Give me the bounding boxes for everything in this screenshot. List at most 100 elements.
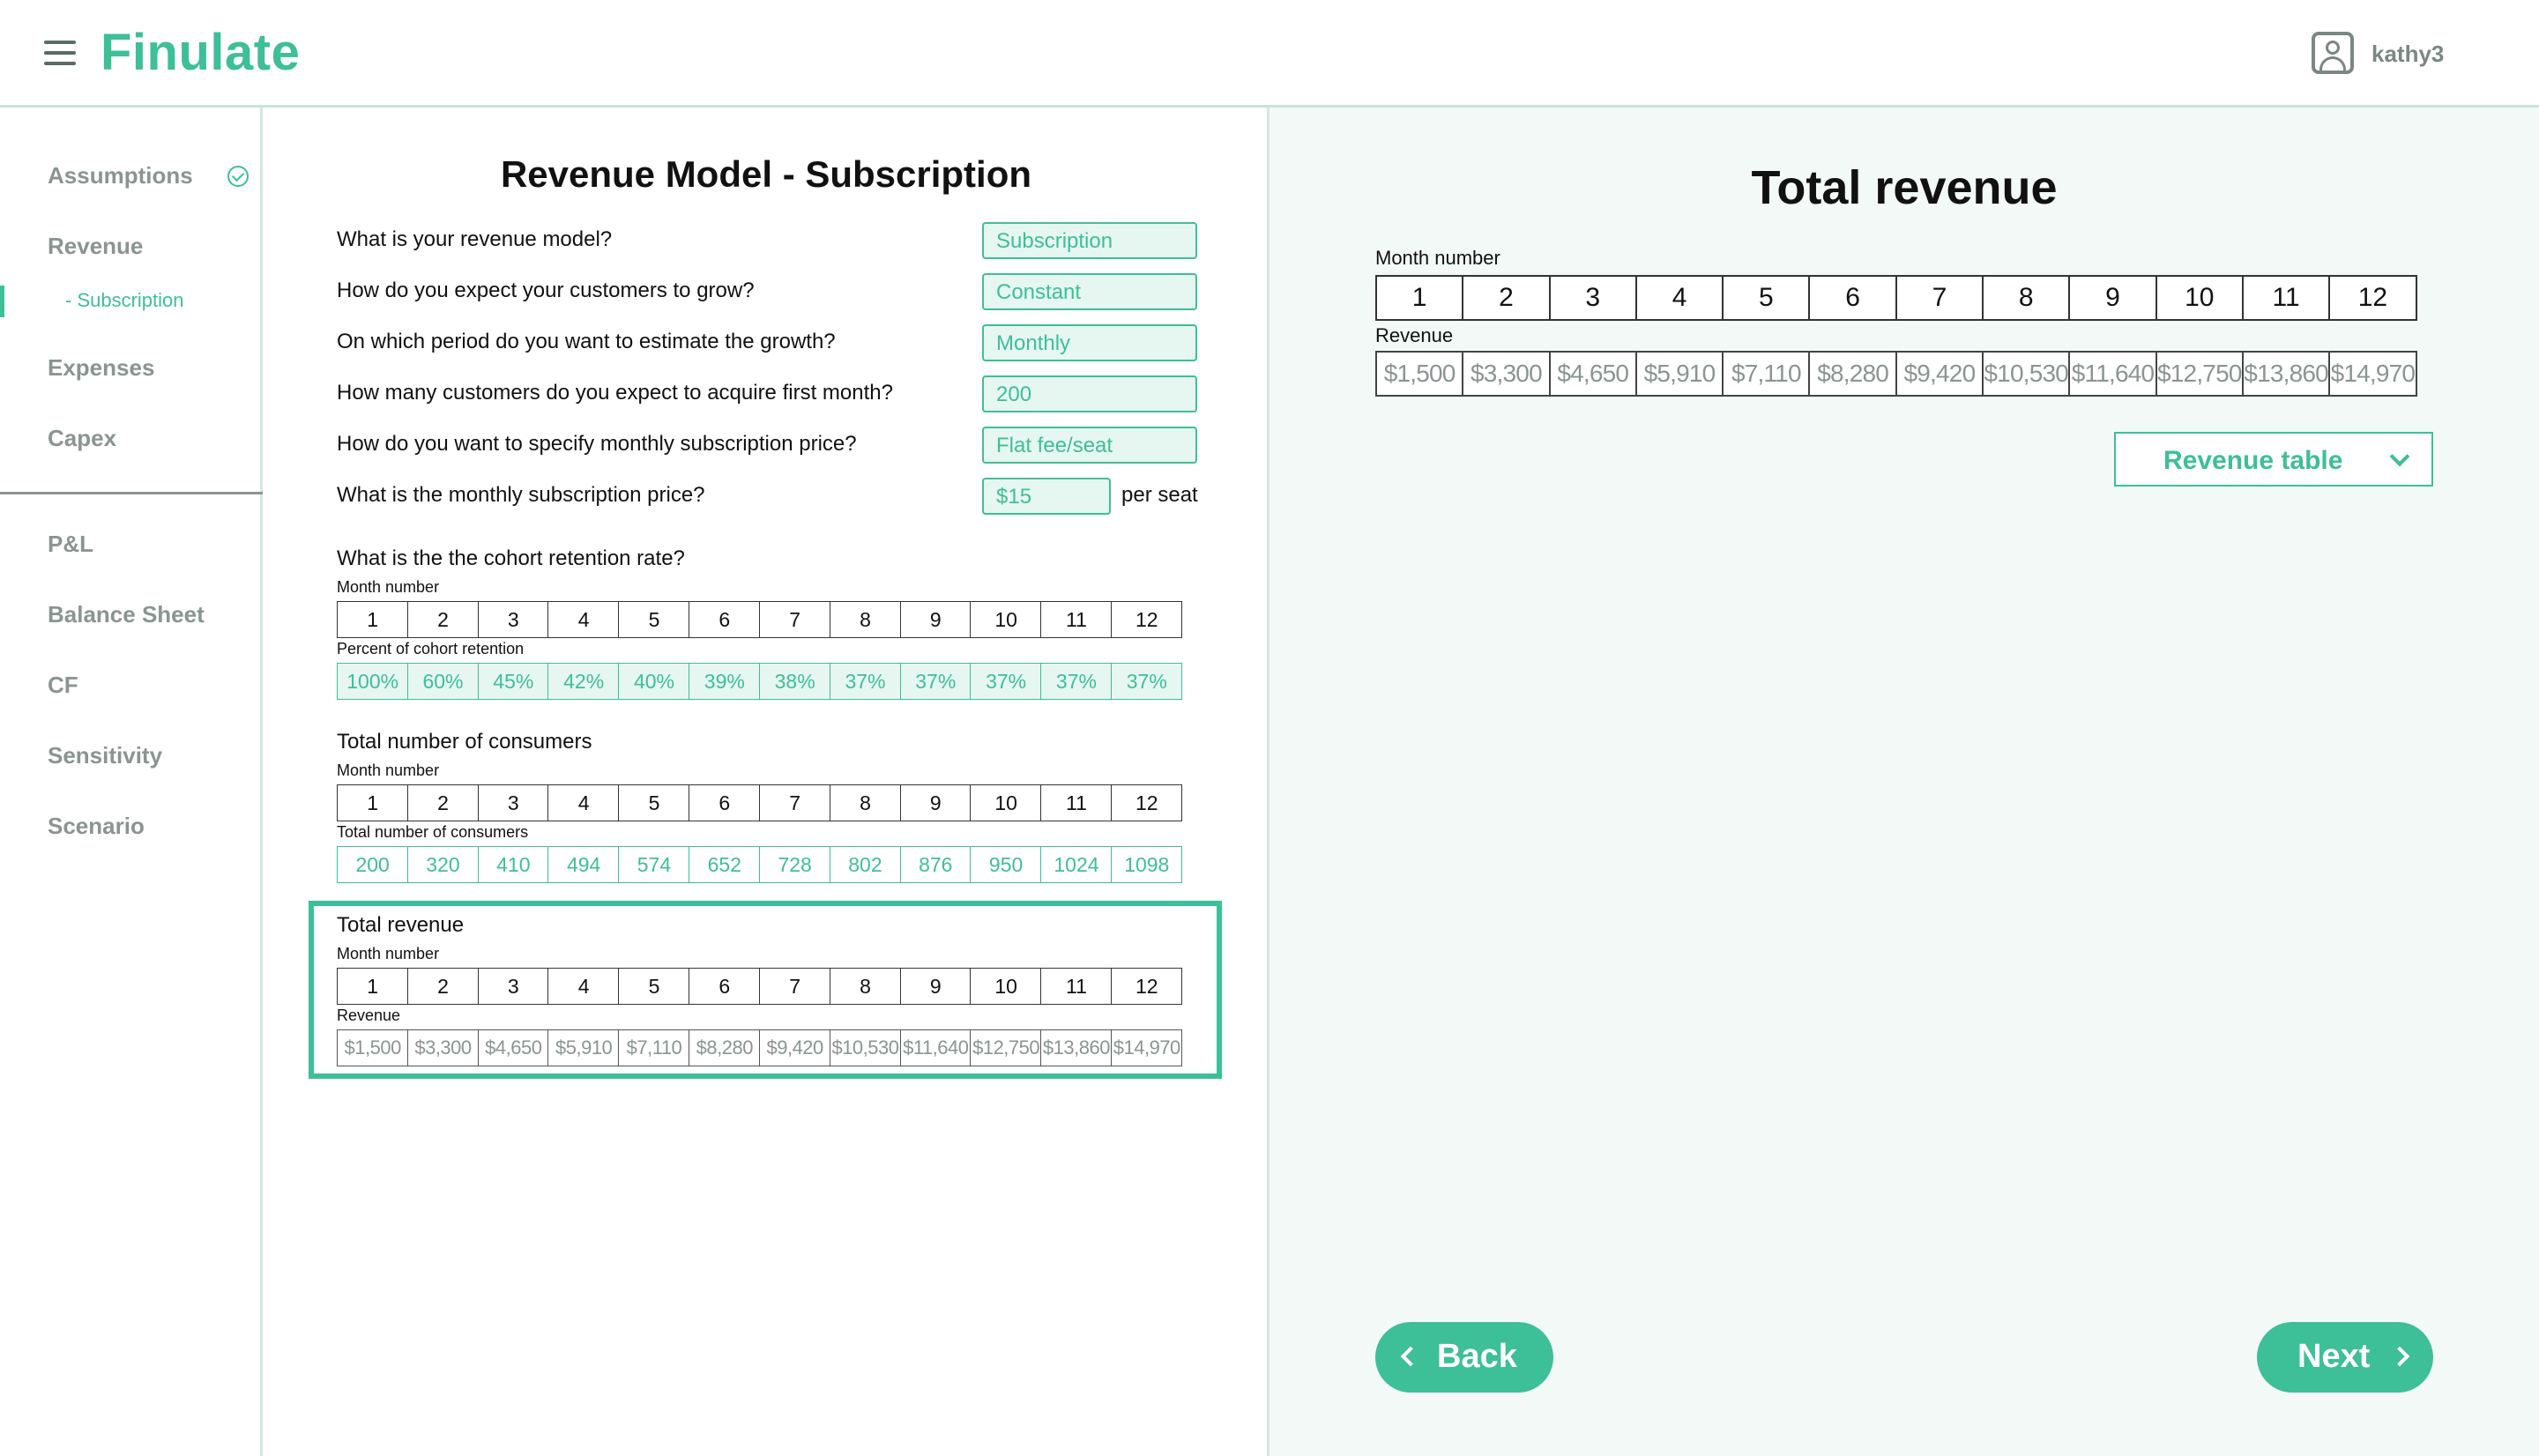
table-cell[interactable]: 39%	[689, 663, 761, 700]
sidebar-item-capex[interactable]: Capex	[48, 425, 116, 452]
sidebar-item-assumptions[interactable]: Assumptions	[48, 162, 193, 189]
revenue-row-label: Revenue	[337, 1007, 401, 1024]
table-cell: $11,640	[899, 1029, 972, 1066]
table-cell: $1,500	[337, 1029, 409, 1066]
table-cell: 1098	[1111, 846, 1183, 883]
top-header: Finulate kathy3	[0, 0, 2539, 108]
table-cell: 6	[1808, 275, 1897, 321]
price-spec-select[interactable]: Flat fee/seat	[982, 427, 1197, 464]
table-cell: 11	[1040, 601, 1113, 638]
dropdown-label: Revenue table	[2163, 446, 2343, 475]
chevron-down-icon	[2389, 446, 2410, 467]
sidebar-item-revenue[interactable]: Revenue	[48, 233, 143, 260]
month-number-label: Month number	[1375, 247, 1500, 269]
panel-title: Total revenue	[1751, 161, 2058, 214]
table-cell: 12	[1111, 601, 1183, 638]
table-cell: 3	[477, 968, 549, 1005]
question-label: What is your revenue model?	[337, 227, 613, 251]
table-cell: $8,280	[1808, 351, 1897, 397]
table-cell: 4	[1634, 275, 1724, 321]
chevron-right-icon	[2389, 1346, 2410, 1367]
table-cell[interactable]: 37%	[1111, 663, 1183, 700]
table-cell: $13,860	[2241, 351, 2331, 397]
table-cell[interactable]: 60%	[406, 663, 480, 700]
table-cell: 4	[547, 968, 620, 1005]
table-cell: 652	[689, 846, 761, 883]
revenue-table-dropdown[interactable]: Revenue table	[2114, 432, 2433, 487]
sidebar-item-scenario[interactable]: Scenario	[48, 813, 145, 840]
table-cell: 574	[618, 846, 690, 883]
table-cell: $5,910	[1634, 351, 1724, 397]
back-button[interactable]: Back	[1375, 1322, 1553, 1393]
month-number-label: Month number	[337, 761, 440, 779]
table-cell[interactable]: 45%	[477, 663, 549, 700]
sidebar-item-balance-sheet[interactable]: Balance Sheet	[48, 601, 205, 628]
sidebar-item-subscription[interactable]: - Subscription	[65, 289, 184, 312]
app-logo: Finulate	[101, 24, 301, 81]
table-cell[interactable]: 100%	[337, 663, 409, 700]
table-cell: 8	[1982, 275, 2071, 321]
sidebar-item-expenses[interactable]: Expenses	[48, 354, 154, 382]
next-button-label: Next	[2297, 1338, 2371, 1375]
table-cell: 3	[477, 601, 549, 638]
retention-row-label: Percent of cohort retention	[337, 640, 525, 657]
consumers-month-row: 1 2 3 4 5 6 7 8 9 10 11 12	[337, 784, 1183, 821]
table-cell: $12,750	[970, 1029, 1042, 1066]
retention-month-row: 1 2 3 4 5 6 7 8 9 10 11 12	[337, 601, 1183, 638]
table-cell: $9,420	[758, 1029, 831, 1066]
table-cell: 10	[970, 784, 1042, 821]
question-label: How many customers do you expect to acqu…	[337, 381, 893, 405]
table-cell[interactable]: 40%	[618, 663, 690, 700]
sidebar-item-cf[interactable]: CF	[48, 672, 78, 699]
active-indicator	[0, 286, 4, 317]
table-cell: 7	[758, 968, 831, 1005]
table-cell: 4	[547, 784, 620, 821]
table-cell: 2	[406, 784, 480, 821]
table-cell: 5	[618, 968, 690, 1005]
back-button-label: Back	[1437, 1338, 1517, 1375]
revenue-model-select[interactable]: Subscription	[982, 222, 1197, 259]
first-month-customers-input[interactable]: 200	[982, 375, 1197, 412]
right-revenue-row: $1,500 $3,300 $4,650 $5,910 $7,110 $8,280 $9,4…	[1375, 351, 2417, 397]
table-cell: $11,640	[2068, 351, 2157, 397]
subscription-price-input[interactable]: $15	[982, 478, 1111, 515]
table-cell: 8	[829, 968, 902, 1005]
form-title: Revenue Model - Subscription	[500, 153, 1032, 195]
table-cell[interactable]: 38%	[758, 663, 831, 700]
table-cell: 4	[547, 601, 620, 638]
question-label: How do you expect your customers to grow…	[337, 279, 755, 302]
table-cell: 494	[547, 846, 620, 883]
hamburger-menu-icon[interactable]	[44, 41, 76, 65]
table-cell: $4,650	[1548, 351, 1637, 397]
table-cell: $3,300	[406, 1029, 480, 1066]
month-number-label: Month number	[337, 945, 440, 962]
sidebar-item-pl[interactable]: P&L	[48, 531, 93, 558]
username[interactable]: kathy3	[2371, 41, 2444, 68]
table-cell: $3,300	[1462, 351, 1551, 397]
table-cell: 876	[899, 846, 972, 883]
table-cell[interactable]: 37%	[829, 663, 902, 700]
user-avatar-icon[interactable]	[2312, 32, 2354, 74]
sidebar-item-sensitivity[interactable]: Sensitivity	[48, 742, 162, 769]
retention-values-row[interactable]: 100% 60% 45% 42% 40% 39% 38% 37% 37% 37% 37% 37%	[337, 663, 1183, 700]
table-cell: 3	[477, 784, 549, 821]
table-cell[interactable]: 37%	[1040, 663, 1113, 700]
table-cell: $8,280	[689, 1029, 761, 1066]
table-cell: 7	[758, 601, 831, 638]
table-cell[interactable]: 42%	[547, 663, 620, 700]
table-cell: 2	[406, 601, 480, 638]
table-cell: 200	[337, 846, 409, 883]
consumers-row-label: Total number of consumers	[337, 823, 529, 841]
growth-type-select[interactable]: Constant	[982, 273, 1197, 310]
table-cell: 6	[689, 968, 761, 1005]
table-cell: 12	[1111, 968, 1183, 1005]
table-cell: 9	[899, 601, 972, 638]
table-cell: 5	[618, 601, 690, 638]
sidebar-divider	[0, 492, 263, 494]
table-cell: $10,530	[1982, 351, 2071, 397]
consumers-section-title: Total number of consumers	[337, 730, 592, 754]
next-button[interactable]: Next	[2257, 1322, 2433, 1393]
table-cell[interactable]: 37%	[899, 663, 972, 700]
table-cell[interactable]: 37%	[970, 663, 1042, 700]
growth-period-select[interactable]: Monthly	[982, 324, 1197, 361]
